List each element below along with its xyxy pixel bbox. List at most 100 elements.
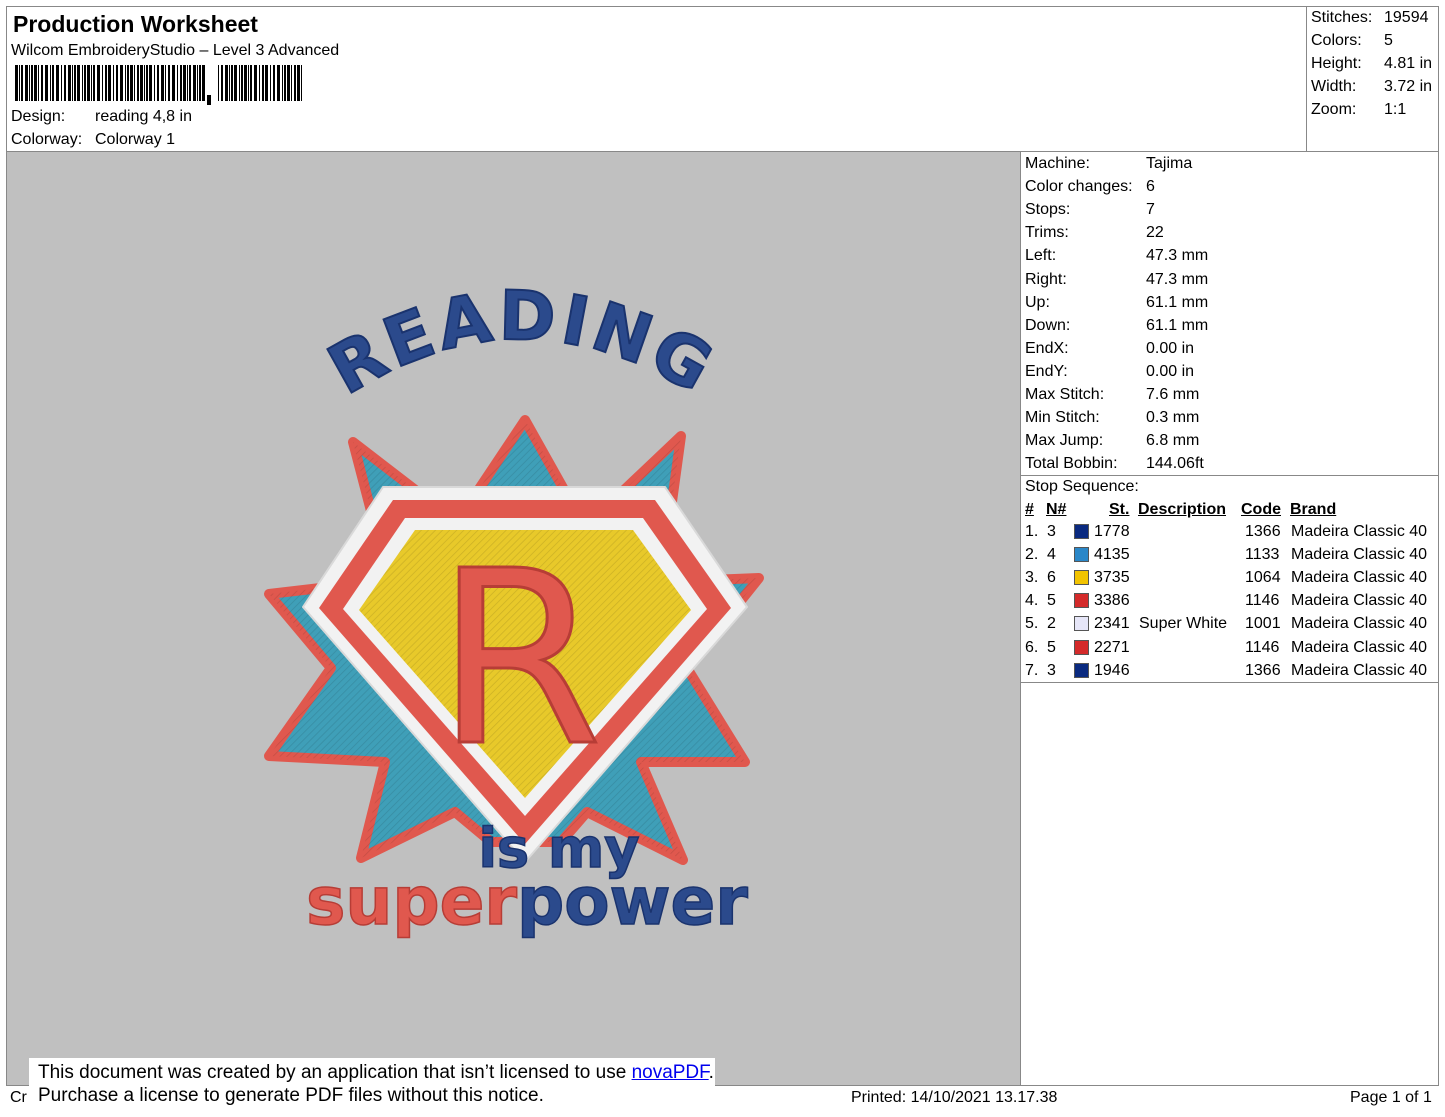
notice-line-one: This document was created by an applicat…: [38, 1061, 715, 1084]
stop-stitches: 4135: [1094, 546, 1130, 564]
machine-info-row: Total Bobbin: 144.06ft: [1025, 454, 1204, 477]
colorway-label: Colorway:: [11, 131, 83, 148]
summary-box: Stitches: 19594 Colors: 5 Height: 4.81 i…: [1306, 6, 1439, 152]
summary-zoom: Zoom: 1:1: [1311, 101, 1406, 119]
col-header-brand: Brand: [1290, 501, 1337, 518]
summary-label: Zoom:: [1311, 101, 1357, 118]
summary-value: 1:1: [1384, 101, 1407, 118]
stop-brand: Madeira Classic 40: [1291, 615, 1428, 633]
stop-code: 1146: [1245, 592, 1280, 610]
notice-line-two: Purchase a license to generate PDF files…: [38, 1085, 544, 1106]
machine-info-row: Color changes: 6: [1025, 177, 1155, 200]
stop-sequence-end-divider: [1021, 682, 1438, 683]
stop-num: 4.: [1025, 592, 1039, 610]
license-notice: This document was created by an applicat…: [29, 1058, 715, 1112]
machine-info-value: 0.00 in: [1146, 362, 1195, 380]
summary-value: 5: [1384, 32, 1393, 49]
machine-info-label: Max Jump:: [1025, 432, 1104, 450]
stop-needle: 3: [1047, 523, 1056, 540]
thread-color-swatch: [1074, 639, 1089, 655]
stop-brand: Madeira Classic 40: [1291, 523, 1428, 540]
design-preview: READING R is my superpower: [6, 151, 1021, 1086]
machine-info-label: Trims:: [1025, 224, 1069, 242]
thread-color-swatch: [1074, 524, 1089, 539]
stop-brand: Madeira Classic 40: [1291, 661, 1428, 679]
stop-brand: Madeira Classic 40: [1291, 546, 1428, 564]
stop-needle: 3: [1047, 661, 1056, 679]
stop-stitches: 1946: [1094, 661, 1130, 679]
machine-info-value: 47.3 mm: [1146, 247, 1209, 265]
machine-info-row: Right: 47.3 mm: [1025, 270, 1208, 293]
stop-needle: 4: [1047, 546, 1056, 564]
colorway-value: Colorway 1: [95, 131, 176, 148]
stop-stitches: 3735: [1094, 569, 1130, 587]
machine-info-label: Up:: [1025, 293, 1050, 311]
machine-info-value: 0.00 in: [1146, 339, 1195, 357]
stop-code: 1133: [1245, 546, 1280, 564]
machine-info-row: Min Stitch: 0.3 mm: [1025, 408, 1199, 431]
summary-label: Width:: [1311, 78, 1357, 95]
summary-label: Stitches:: [1311, 9, 1373, 26]
thread-color-swatch: [1074, 593, 1089, 609]
machine-info-value: 6.8 mm: [1146, 432, 1200, 450]
summary-width: Width: 3.72 in: [1311, 78, 1432, 96]
notice-text-end: .: [708, 1062, 714, 1083]
software-name: Wilcom EmbroideryStudio – Level 3 Advanc…: [11, 42, 340, 59]
stop-stitches: 2271: [1094, 638, 1130, 656]
machine-info-row: Left: 47.3 mm: [1025, 246, 1208, 269]
machine-info-value: 144.06ft: [1146, 455, 1204, 473]
footer-stub: Cr: [10, 1089, 27, 1106]
machine-info-value: 61.1 mm: [1146, 293, 1209, 311]
machine-info-label: Total Bobbin:: [1025, 455, 1118, 473]
summary-colors: Colors: 5: [1311, 32, 1393, 50]
design-value: reading 4,8 in: [95, 108, 192, 125]
colorway-row: Colorway: Colorway 1: [11, 131, 175, 149]
stop-stitches: 3386: [1094, 592, 1130, 610]
machine-info-row: EndX: 0.00 in: [1025, 339, 1194, 362]
notice-text: This document was created by an applicat…: [38, 1062, 632, 1083]
page-number: Page 1 of 1: [1350, 1089, 1432, 1106]
design-word-top: READING: [316, 277, 728, 410]
machine-info-label: Left:: [1025, 247, 1057, 265]
summary-value: 4.81 in: [1384, 55, 1433, 72]
col-header-st: St.: [1109, 501, 1130, 518]
stop-num: 2.: [1025, 546, 1039, 564]
stop-num: 6.: [1025, 638, 1039, 656]
machine-info-label: Down:: [1025, 316, 1071, 334]
machine-info-row: Machine: Tajima: [1025, 154, 1192, 177]
col-header-n: N#: [1046, 501, 1067, 518]
machine-info-label: Min Stitch:: [1025, 409, 1100, 427]
machine-info-value: 0.3 mm: [1146, 409, 1200, 427]
summary-stitches: Stitches: 19594: [1311, 9, 1429, 27]
design-label: Design:: [11, 108, 66, 125]
stop-brand: Madeira Classic 40: [1291, 569, 1428, 587]
thread-color-swatch: [1074, 616, 1089, 632]
stop-code: 1001: [1245, 615, 1281, 633]
novapdf-link[interactable]: novaPDF: [632, 1062, 709, 1083]
stop-sequence-divider: [1021, 475, 1438, 476]
summary-label: Colors:: [1311, 32, 1362, 49]
machine-info-value: 7: [1146, 201, 1155, 219]
machine-info-row: Trims: 22: [1025, 223, 1164, 246]
stop-num: 5.: [1025, 615, 1039, 633]
stop-num: 1.: [1025, 523, 1039, 540]
col-header-description: Description: [1138, 501, 1227, 518]
stop-brand: Madeira Classic 40: [1291, 638, 1428, 656]
summary-value: 19594: [1384, 9, 1429, 26]
machine-info-row: Up: 61.1 mm: [1025, 293, 1208, 316]
machine-info-label: Stops:: [1025, 201, 1071, 219]
stop-num: 3.: [1025, 569, 1039, 587]
stop-code: 1064: [1245, 569, 1281, 587]
design-word-super: super: [306, 863, 517, 940]
worksheet-header: Production Worksheet Wilcom EmbroiderySt…: [6, 6, 1307, 152]
stop-needle: 5: [1047, 592, 1056, 610]
stop-code: 1146: [1245, 638, 1280, 656]
printed-timestamp: Printed: 14/10/2021 13.17.38: [851, 1089, 1058, 1106]
stop-stitches: 2341: [1094, 615, 1130, 633]
stop-needle: 5: [1047, 638, 1056, 656]
machine-info-value: Tajima: [1146, 155, 1193, 172]
design-row: Design: reading 4,8 in: [11, 108, 192, 126]
stop-code: 1366: [1245, 523, 1281, 540]
summary-value: 3.72 in: [1384, 78, 1433, 95]
thread-color-swatch: [1074, 547, 1089, 563]
